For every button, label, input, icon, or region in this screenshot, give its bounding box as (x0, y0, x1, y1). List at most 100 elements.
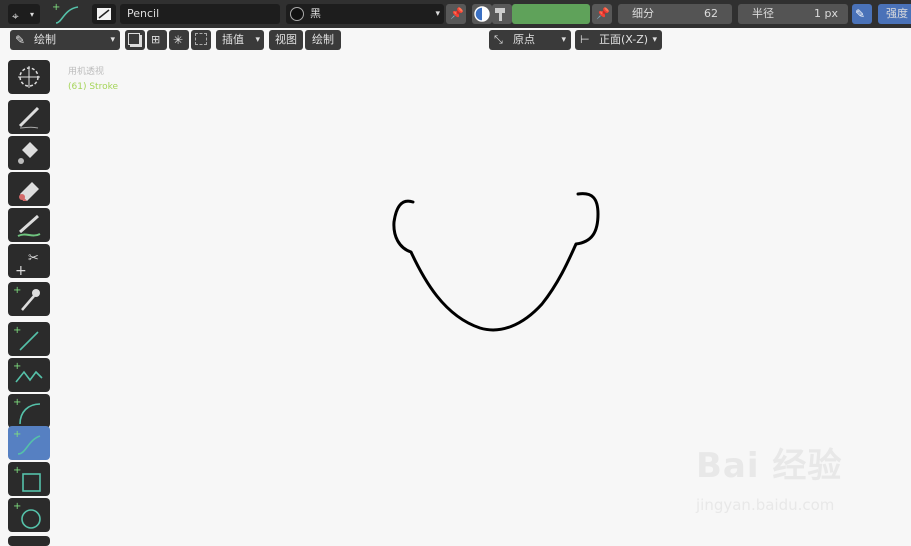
svg-text:+: + (13, 361, 21, 372)
svg-text:+: + (15, 263, 27, 278)
interp-label: 插值 (222, 33, 244, 46)
radius-field[interactable]: 半径 1 px (738, 4, 848, 24)
radius-label: 半径 (752, 7, 774, 20)
tool-more[interactable] (8, 536, 50, 546)
svg-text:+: + (13, 465, 21, 476)
draw-menu[interactable]: 绘制 (305, 30, 341, 50)
transform-origin-icon: ⤡ (494, 33, 503, 46)
origin-label: 原点 (513, 33, 535, 46)
grid-icon (195, 33, 207, 45)
tool-fill[interactable] (8, 136, 50, 170)
pin-color-button[interactable]: 📌 (592, 4, 612, 24)
chevron-down-icon: ▾ (435, 9, 440, 19)
guides-button[interactable] (191, 30, 211, 50)
watermark-logo-text: Bai 经验 (696, 446, 843, 486)
material-selector[interactable]: 黑 ▾ (286, 4, 444, 24)
line-icon: + (13, 325, 39, 351)
chevron-down-icon: ▾ (652, 35, 657, 45)
view-menu[interactable]: 视图 (269, 30, 303, 50)
svg-text:+: + (13, 429, 21, 440)
circle-icon: + (13, 501, 41, 529)
eraser-icon (19, 182, 39, 201)
gizmo-icon: ⌖ (12, 9, 19, 23)
tool-header: ⌖ ▾ + Pencil 黑 ▾ 📌 📌 细分 62 半径 1 px ✎ 强度 (0, 0, 911, 29)
arc-icon: + (13, 397, 41, 425)
tool-draw[interactable] (8, 100, 50, 134)
autokey-button[interactable]: ⊞ (147, 30, 167, 50)
fill-bucket-icon (18, 142, 38, 164)
view-perspective-label: 用机透视 (68, 67, 105, 77)
tool-line[interactable]: + (8, 322, 50, 356)
cursor-icon (18, 66, 40, 88)
mode-selector[interactable]: ✎ 绘制 ▾ (10, 30, 120, 50)
svg-text:+: + (13, 501, 21, 512)
pen-pressure-icon: ✎ (855, 7, 866, 21)
snap-button[interactable]: ✳ (169, 30, 189, 50)
polyline-icon: + (13, 361, 43, 383)
curve-icon: + (13, 429, 41, 455)
chevron-down-icon: ▾ (561, 35, 566, 45)
vertex-paint-icon (495, 8, 505, 21)
svg-text:+: + (13, 397, 21, 408)
svg-text:+: + (52, 2, 60, 13)
tool-polyline[interactable]: + (8, 358, 50, 392)
asterisk-icon: ✳ (173, 33, 184, 47)
subdivide-label: 细分 (632, 7, 654, 20)
tool-tint[interactable] (8, 208, 50, 242)
tool-box[interactable]: + (8, 462, 50, 496)
viewport-header: ✎ 绘制 ▾ ⊞ ✳ 插值 ▾ 视图 绘制 ⤡ 原点 ▾ ⊢ 正面(X-Z) ▾ (0, 28, 911, 52)
pin-icon: 📌 (450, 7, 464, 20)
watermark-url: jingyan.baidu.com (696, 496, 835, 514)
material-name: 黑 (310, 7, 321, 20)
tool-arc[interactable]: + (8, 394, 50, 428)
tool-curve[interactable]: + (8, 426, 50, 460)
mode-label: 绘制 (34, 33, 56, 46)
subdivide-field[interactable]: 细分 62 (618, 4, 732, 24)
active-tool-icon[interactable]: + (48, 1, 82, 27)
chevron-down-icon: ▾ (110, 35, 115, 45)
plane-label: 正面(X-Z) (599, 33, 649, 46)
curve-tool-icon: + (52, 2, 79, 24)
svg-text:✂: ✂ (28, 251, 39, 266)
editor-type-button[interactable]: ⌖ ▾ (8, 4, 40, 24)
color-wheel-icon (474, 6, 490, 22)
eyedropper-icon: + (13, 285, 40, 311)
tint-brush-icon (17, 214, 41, 237)
pin-icon: 📌 (596, 7, 610, 20)
drawn-stroke (392, 192, 600, 332)
color-mode-button[interactable] (472, 4, 492, 24)
tool-cursor[interactable] (8, 60, 50, 94)
interp-menu[interactable]: 插值 ▾ (216, 30, 264, 50)
chevron-down-icon: ▾ (30, 10, 35, 19)
svg-text:+: + (13, 325, 21, 336)
vertex-color-button[interactable] (492, 4, 512, 24)
brush-icon (97, 8, 111, 20)
material-sphere-icon (290, 7, 304, 21)
origin-selector[interactable]: ⤡ 原点 ▾ (489, 30, 571, 50)
subdivide-value: 62 (704, 7, 718, 20)
tool-eyedropper[interactable]: + (8, 282, 50, 316)
draw-brush-icon (18, 106, 40, 129)
cutter-icon: +✂ (15, 251, 39, 278)
chevron-down-icon: ▾ (255, 35, 260, 45)
brush-name-field[interactable]: Pencil (120, 4, 280, 24)
active-object-label: (61) Stroke (68, 82, 119, 92)
tool-cutter[interactable]: + ✂ (8, 244, 50, 278)
pencil-icon: ✎ (15, 33, 26, 47)
tool-circle[interactable]: + (8, 498, 50, 532)
box-icon: + (13, 465, 41, 492)
pressure-radius-toggle[interactable]: ✎ (852, 4, 872, 24)
frames-icon (128, 33, 140, 45)
keyframe-icon: ⊞ (151, 33, 161, 46)
axis-plane-icon: ⊢ (580, 33, 590, 46)
tool-erase[interactable] (8, 172, 50, 206)
color-swatch[interactable] (512, 4, 590, 24)
plane-selector[interactable]: ⊢ 正面(X-Z) ▾ (575, 30, 662, 50)
pin-material-button[interactable]: 📌 (446, 4, 466, 24)
radius-value: 1 px (814, 7, 838, 20)
svg-text:+: + (13, 285, 21, 296)
strength-field[interactable]: 强度 (878, 4, 911, 24)
brush-preview[interactable] (92, 4, 116, 24)
watermark: Bai 经验 jingyan.baidu.com (696, 438, 843, 514)
multiframe-button[interactable] (125, 30, 145, 50)
